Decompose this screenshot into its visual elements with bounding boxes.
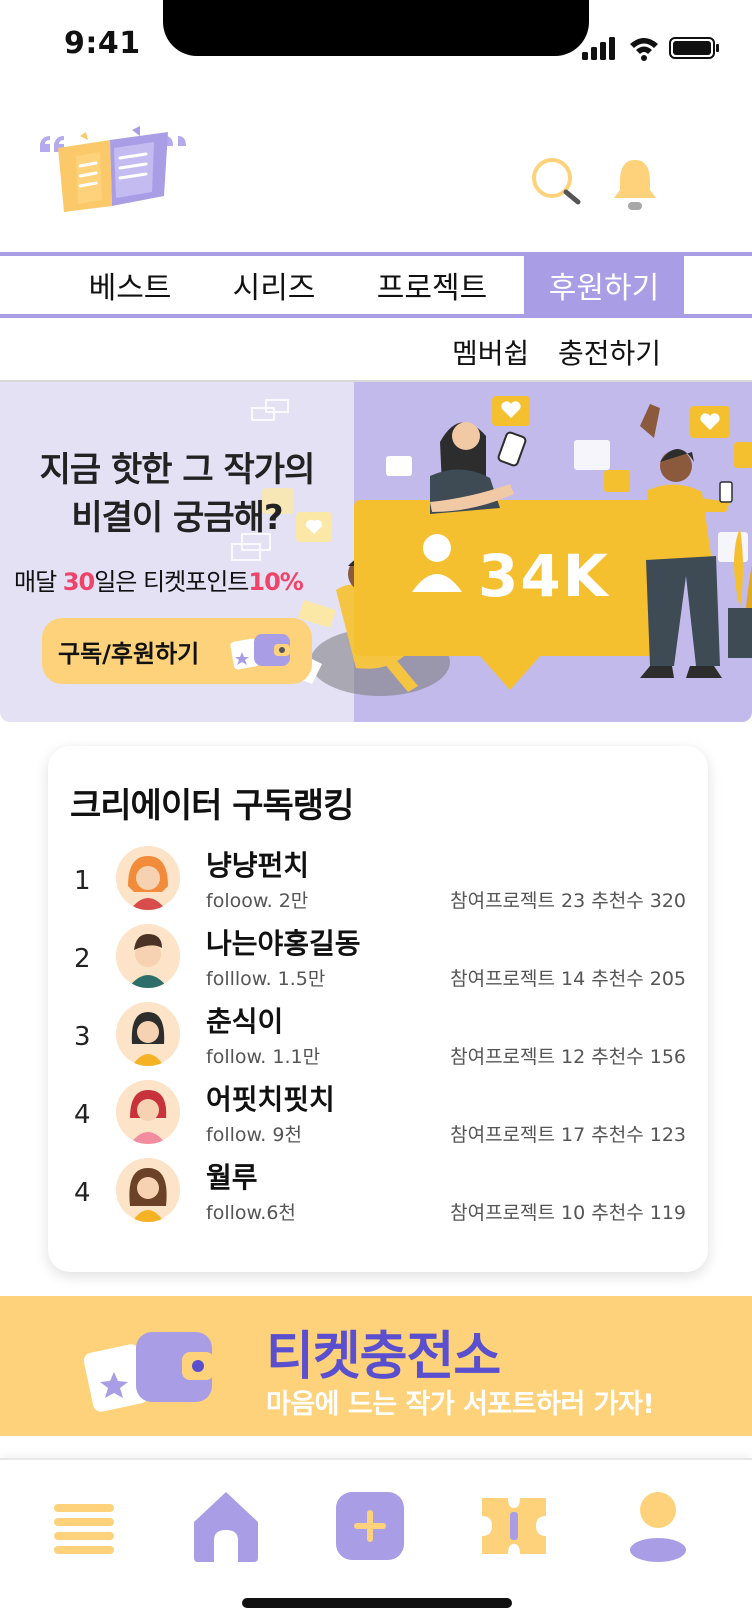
banner-headline-2: 비결이 궁금해? [71, 498, 283, 538]
creator-stats: 참여프로젝트 17 추천수 123 [450, 1124, 686, 1146]
ticket-icon[interactable] [476, 1488, 552, 1564]
banner-highlight-day: 30 [62, 568, 95, 596]
ranking-title: 크리에이터 구독랭킹 [70, 786, 354, 826]
banner-highlight-percent: 10% [248, 568, 303, 596]
main-nav: 베스트 시리즈 프로젝트 후원하기 [0, 252, 752, 318]
status-bar: 9:41 [0, 0, 752, 90]
ticket-banner-subtitle: 마음에 드는 작가 서포트하러 가자! [266, 1389, 655, 1420]
ticket-banner-title: 티켓충전소 [266, 1327, 501, 1387]
creator-stats: 참여프로젝트 12 추천수 156 [450, 1046, 686, 1068]
promo-banner[interactable]: 지금 핫한 그 작가의 비결이 궁금해? 매달 30일은 티켓포인트10% 구독… [0, 382, 752, 722]
avatar [116, 846, 180, 910]
subscribe-support-label: 구독/후원하기 [58, 639, 200, 668]
follower-counter: 34K [478, 542, 610, 610]
rank-number: 4 [74, 1178, 91, 1208]
avatar [116, 924, 180, 988]
menu-icon[interactable] [46, 1488, 122, 1564]
ticket-charge-banner[interactable]: 티켓충전소 마음에 드는 작가 서포트하러 가자! [0, 1296, 752, 1436]
add-icon[interactable] [332, 1488, 408, 1564]
creator-stats: 참여프로젝트 23 추천수 320 [450, 890, 686, 912]
banner-headline-1: 지금 핫한 그 작가의 [39, 450, 316, 490]
rank-number: 4 [74, 1100, 91, 1130]
profile-icon[interactable] [620, 1488, 696, 1564]
search-icon[interactable] [530, 156, 586, 212]
creator-name: 월루 [206, 1161, 258, 1194]
status-time: 9:41 [64, 26, 141, 61]
signal-icon [582, 37, 615, 60]
banner-subline: 매달 30일은 티켓포인트10% [14, 568, 304, 596]
creator-follow-count: folllow. 1.5만 [206, 968, 326, 990]
rank-number: 2 [74, 944, 91, 974]
creator-name: 냥냥펀치 [206, 849, 310, 882]
sub-nav-charge[interactable]: 충전하기 [558, 332, 661, 372]
avatar [116, 1002, 180, 1066]
ranking-row[interactable]: 4 어핏치핏치 follow. 9천 참여프로젝트 17 추천수 123 [48, 1080, 708, 1160]
tab-project[interactable]: 프로젝트 [364, 256, 500, 314]
sub-nav-membership[interactable]: 멤버쉽 [452, 332, 529, 372]
tab-best[interactable]: 베스트 [80, 256, 180, 314]
home-indicator[interactable] [242, 1598, 512, 1608]
ranking-row[interactable]: 2 나는야홍길동 folllow. 1.5만 참여프로젝트 14 추천수 205 [48, 924, 708, 1004]
ranking-row[interactable]: 4 월루 follow.6천 참여프로젝트 10 추천수 119 [48, 1158, 708, 1238]
subscribe-support-button[interactable]: 구독/후원하기 [42, 618, 312, 684]
creator-name: 나는야홍길동 [206, 927, 361, 960]
book-logo-icon[interactable] [40, 126, 190, 226]
avatar [116, 1080, 180, 1144]
device-notch [163, 0, 589, 56]
creator-follow-count: follow. 1.1만 [206, 1046, 321, 1068]
wifi-icon [630, 38, 658, 61]
ranking-row[interactable]: 3 춘식이 follow. 1.1만 참여프로젝트 12 추천수 156 [48, 1002, 708, 1082]
ranking-row[interactable]: 1 냥냥펀치 foloow. 2만 참여프로젝트 23 추천수 320 [48, 846, 708, 926]
bell-icon[interactable] [610, 156, 660, 212]
battery-icon [669, 37, 719, 59]
app-header [0, 120, 752, 230]
rank-number: 1 [74, 866, 91, 896]
creator-follow-count: follow. 9천 [206, 1124, 302, 1146]
sub-nav: 멤버쉽 충전하기 [0, 318, 752, 382]
wallet-ticket-icon [84, 1332, 214, 1412]
creator-stats: 참여프로젝트 10 추천수 119 [450, 1202, 686, 1224]
creator-follow-count: follow.6천 [206, 1202, 296, 1224]
tab-series[interactable]: 시리즈 [218, 256, 330, 314]
status-icons [582, 37, 719, 61]
tab-support[interactable]: 후원하기 [524, 256, 684, 314]
avatar [116, 1158, 180, 1222]
creator-name: 어핏치핏치 [206, 1083, 335, 1116]
creator-ranking-card: 크리에이터 구독랭킹 1 냥냥펀치 foloow. 2만 참여프로젝트 23 추… [48, 746, 708, 1272]
creator-stats: 참여프로젝트 14 추천수 205 [450, 968, 686, 990]
wallet-ticket-icon [230, 634, 290, 670]
rank-number: 3 [74, 1022, 91, 1052]
creator-follow-count: foloow. 2만 [206, 890, 309, 912]
creator-name: 춘식이 [206, 1005, 284, 1038]
home-icon[interactable] [188, 1488, 264, 1564]
